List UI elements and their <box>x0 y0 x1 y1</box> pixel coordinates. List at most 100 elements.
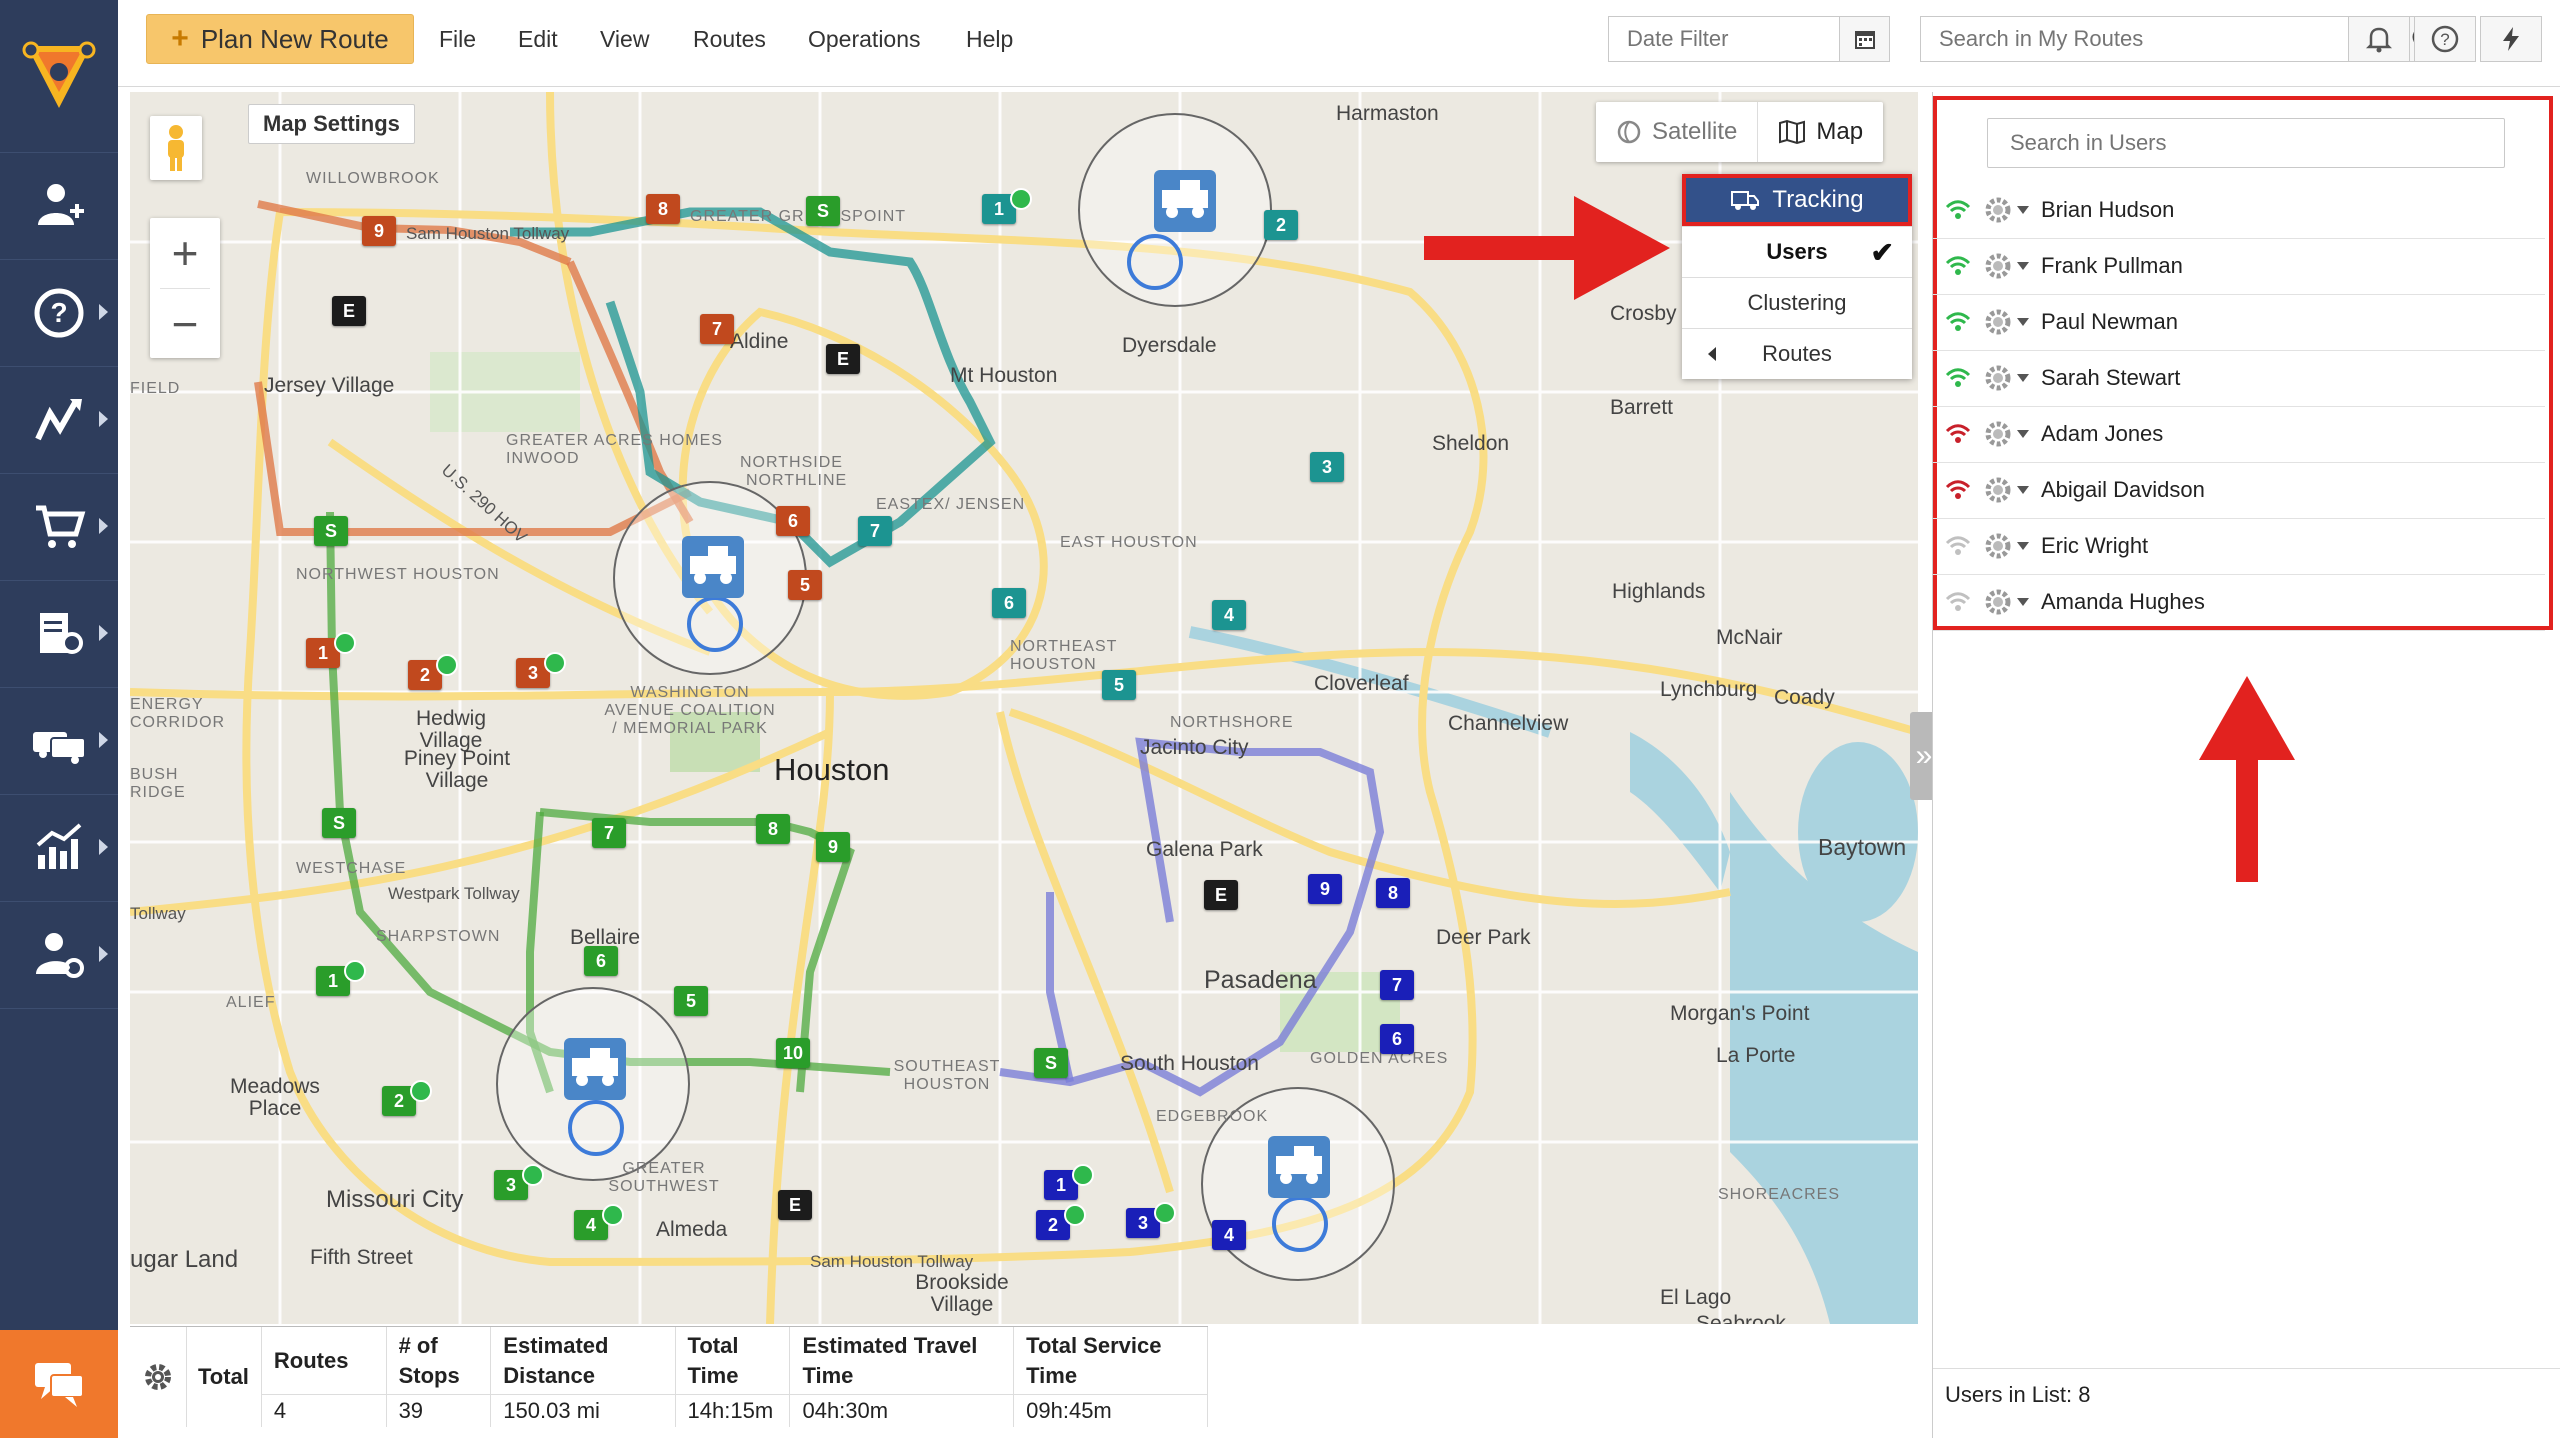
route-end-marker[interactable]: E <box>778 1190 812 1220</box>
zoom-in-button[interactable]: + <box>150 218 220 288</box>
completed-check-icon <box>1072 1164 1094 1186</box>
sidebar-item-orders[interactable] <box>0 474 118 581</box>
tracking-option-clustering[interactable]: Clustering <box>1682 277 1912 328</box>
user-settings-icon[interactable] <box>1983 363 2013 393</box>
tracking-option-routes[interactable]: Routes <box>1682 328 1912 379</box>
search-users-input[interactable] <box>1987 118 2505 168</box>
route-stop-marker[interactable]: 5 <box>674 986 708 1016</box>
sidebar-item-routes[interactable] <box>0 367 118 474</box>
route-stop-marker[interactable]: 6 <box>992 588 1026 618</box>
route-stop-marker[interactable]: 2 <box>408 654 458 690</box>
route-stop-marker[interactable]: 2 <box>1264 210 1298 240</box>
route-stop-marker[interactable]: 7 <box>1380 970 1414 1000</box>
vehicle-icon[interactable] <box>1150 166 1220 236</box>
zoom-out-button[interactable]: − <box>150 289 220 359</box>
menu-operations[interactable]: Operations <box>808 26 921 53</box>
user-row[interactable]: Amanda Hughes <box>1933 574 2545 631</box>
map-view-button[interactable]: Map <box>1758 102 1883 162</box>
route-stop-marker[interactable]: 2 <box>1036 1204 1086 1240</box>
plan-new-route-button[interactable]: + Plan New Route <box>146 14 414 64</box>
help-button[interactable]: ? <box>2414 16 2476 62</box>
route-stop-marker[interactable]: 9 <box>362 216 396 246</box>
user-settings-icon[interactable] <box>1983 531 2013 561</box>
user-row[interactable]: Abigail Davidson <box>1933 462 2545 519</box>
route-stop-marker[interactable]: 1 <box>982 188 1032 224</box>
user-row[interactable]: Sarah Stewart <box>1933 350 2545 407</box>
route-stop-marker[interactable]: 1 <box>1044 1164 1094 1200</box>
route-stop-marker[interactable]: 1 <box>316 960 366 996</box>
user-row[interactable]: Brian Hudson <box>1933 182 2545 239</box>
search-routes-input[interactable] <box>1920 16 2398 62</box>
route-end-marker[interactable]: E <box>1204 880 1238 910</box>
menu-routes[interactable]: Routes <box>693 26 766 53</box>
sidebar-item-add-user[interactable] <box>0 153 118 260</box>
street-view-pegman[interactable] <box>150 116 202 180</box>
route-stop-marker[interactable]: 7 <box>858 516 892 546</box>
sidebar-item-user-settings[interactable] <box>0 902 118 1009</box>
route-stop-marker[interactable]: 3 <box>1126 1202 1176 1238</box>
date-filter-input[interactable] <box>1608 16 1840 62</box>
user-settings-icon[interactable] <box>1983 475 2013 505</box>
chat-button[interactable] <box>0 1330 118 1438</box>
sidebar-item-fleet[interactable] <box>0 688 118 795</box>
sidebar-item-help[interactable]: ? <box>0 260 118 367</box>
route-stop-marker[interactable]: 6 <box>584 946 618 976</box>
route-stop-marker[interactable]: 7 <box>700 314 734 344</box>
summary-settings-button[interactable] <box>130 1327 187 1427</box>
route-stop-marker[interactable]: 1 <box>306 632 356 668</box>
route-stop-marker[interactable]: 8 <box>646 194 680 224</box>
route-stop-marker[interactable]: 9 <box>1308 874 1342 904</box>
user-settings-icon[interactable] <box>1983 587 2013 617</box>
route-stop-marker[interactable]: 9 <box>816 832 850 862</box>
user-settings-icon[interactable] <box>1983 307 2013 337</box>
sidebar-item-reports[interactable] <box>0 795 118 902</box>
notifications-button[interactable] <box>2348 16 2410 62</box>
user-row[interactable]: Paul Newman <box>1933 294 2545 351</box>
route-stop-marker[interactable]: 6 <box>776 506 810 536</box>
route-stop-marker[interactable]: 5 <box>1102 670 1136 700</box>
route-stop-marker[interactable]: 4 <box>1212 600 1246 630</box>
route-stop-marker[interactable]: 2 <box>382 1080 432 1116</box>
route-stop-marker[interactable]: 3 <box>1310 452 1344 482</box>
route-start-marker[interactable]: S <box>314 516 348 546</box>
user-settings-icon[interactable] <box>1983 419 2013 449</box>
menu-view[interactable]: View <box>600 26 649 53</box>
user-row[interactable]: Eric Wright <box>1933 518 2545 575</box>
route-stop-marker[interactable]: 8 <box>756 814 790 844</box>
user-row[interactable]: Adam Jones <box>1933 406 2545 463</box>
route-start-marker[interactable]: S <box>322 808 356 838</box>
route-stop-marker[interactable]: 7 <box>592 818 626 848</box>
map-settings-button[interactable]: Map Settings <box>248 104 415 144</box>
route-stop-marker[interactable]: 8 <box>1376 878 1410 908</box>
place-label: WILLOWBROOK <box>306 170 440 187</box>
route-stop-marker[interactable]: 3 <box>516 652 566 688</box>
quick-actions-button[interactable] <box>2480 16 2542 62</box>
sidebar-item-route-sheets[interactable] <box>0 581 118 688</box>
satellite-button[interactable]: Satellite <box>1596 102 1759 162</box>
place-label: Fifth Street <box>310 1246 413 1269</box>
user-settings-icon[interactable] <box>1983 195 2013 225</box>
user-row[interactable]: Frank Pullman <box>1933 238 2545 295</box>
route-end-marker[interactable]: E <box>826 344 860 374</box>
route-end-marker[interactable]: E <box>332 296 366 326</box>
vehicle-icon[interactable] <box>1264 1132 1334 1202</box>
app-logo[interactable] <box>0 0 118 153</box>
menu-edit[interactable]: Edit <box>518 26 558 53</box>
route-stop-marker[interactable]: 4 <box>1212 1220 1246 1250</box>
menu-file[interactable]: File <box>439 26 476 53</box>
calendar-button[interactable] <box>1840 16 1890 62</box>
menu-help[interactable]: Help <box>966 26 1013 53</box>
route-start-marker[interactable]: S <box>806 196 840 226</box>
vehicle-icon[interactable] <box>678 532 748 602</box>
vehicle-icon[interactable] <box>560 1034 630 1104</box>
route-stop-marker[interactable]: 3 <box>494 1164 544 1200</box>
tracking-option-users[interactable]: Users ✔ <box>1682 226 1912 277</box>
route-stop-marker[interactable]: 10 <box>776 1038 810 1068</box>
route-stop-marker[interactable]: 4 <box>574 1204 624 1240</box>
user-name: Adam Jones <box>2041 421 2164 446</box>
route-stop-marker[interactable]: 6 <box>1380 1024 1414 1054</box>
route-stop-marker[interactable]: 5 <box>788 570 822 600</box>
user-settings-icon[interactable] <box>1983 251 2013 281</box>
tracking-button[interactable]: Tracking <box>1682 174 1912 226</box>
route-start-marker[interactable]: S <box>1034 1048 1068 1078</box>
